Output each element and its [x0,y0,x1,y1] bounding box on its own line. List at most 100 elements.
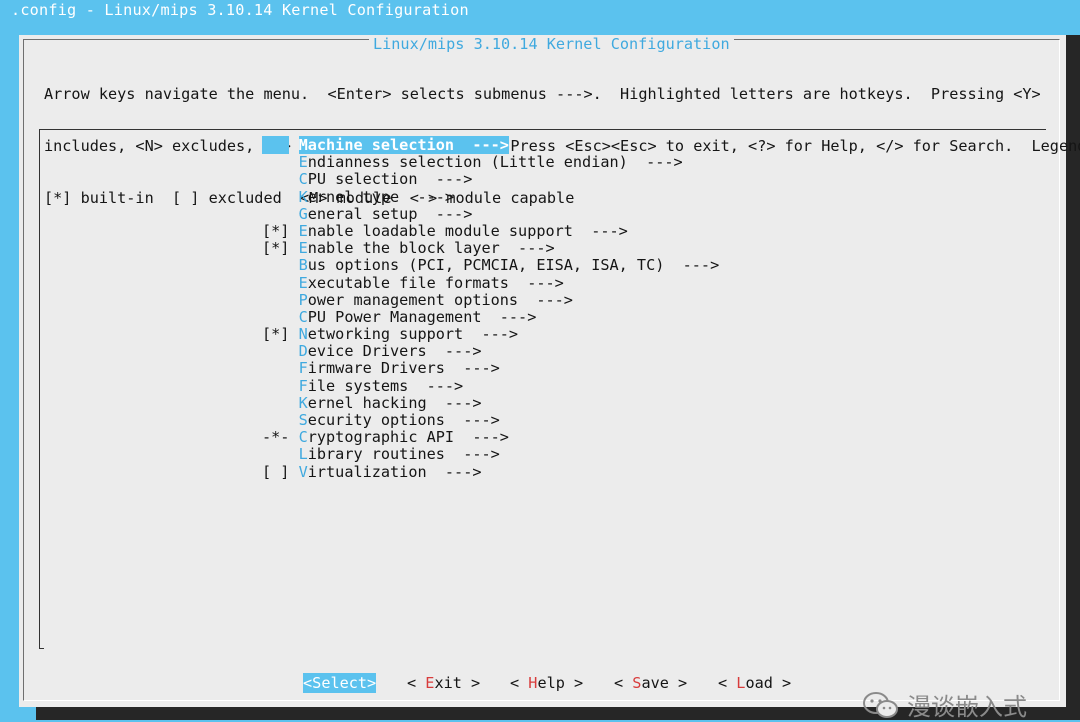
menu-item-hotkey: N [298,325,308,344]
menu-item-text: ecurity options ---> [307,411,500,429]
help-button[interactable]: < Help > [510,673,583,693]
menu-item-text: xecutable file formats ---> [307,273,564,292]
menu-item-text: PU selection ---> [307,170,473,189]
menu-item-hotkey: K [298,393,308,412]
menu-item-label: Kernel hacking ---> [299,394,482,412]
menu-item[interactable]: [*] Enable loadable module support ---> [262,221,719,240]
menu-item-label: General setup ---> [299,205,473,223]
menu-item-label: CPU Power Management ---> [299,308,537,326]
menu-item-state: [*] [262,325,290,344]
menu-item-hotkey: V [298,462,308,481]
dialog-title: Linux/mips 3.10.14 Kernel Configuration [369,35,734,53]
menu-item-state [262,153,289,171]
save-button[interactable]: < Save > [614,673,687,693]
menu-item-hotkey: C [298,307,308,326]
menu-item-label: Firmware Drivers ---> [299,359,500,377]
menu-item[interactable]: Security options ---> [262,411,719,429]
menu-item-hotkey: P [298,290,308,309]
menu-item[interactable]: Kernel hacking ---> [262,394,719,412]
menu-item-hotkey: S [298,411,308,429]
menu-item-text: us options (PCI, PCMCIA, EISA, ISA, TC) … [307,256,720,275]
menu-item-hotkey: D [298,342,308,361]
menu-item-label: Library routines ---> [299,445,500,463]
menu-item-state [262,136,290,154]
menu-item[interactable]: -*- Cryptographic API ---> [262,429,719,446]
button-bracket: > [668,674,688,692]
load-button[interactable]: < Load > [718,673,791,693]
window-title: .config - Linux/mips 3.10.14 Kernel Conf… [11,1,469,19]
button-label: elect [321,674,368,692]
menu-item-hotkey: E [298,221,308,240]
menu-item-state [262,256,289,274]
help-line: Arrow keys navigate the menu. <Enter> se… [44,85,1041,104]
menu-item[interactable]: Endianness selection (Little endian) ---… [262,154,719,171]
menu-item[interactable]: Kernel type ---> [262,188,719,206]
menu-item-state [262,394,289,412]
menu-item[interactable]: CPU selection ---> [262,171,719,188]
menu-item-label: Power management options ---> [299,291,573,309]
menu-item-text: ibrary routines ---> [307,445,500,464]
menu-item-text: PU Power Management ---> [307,307,537,326]
menu-item[interactable]: Library routines ---> [262,446,719,463]
menu-item-label: Enable the block layer ---> [299,239,555,257]
menu-item-label: Virtualization ---> [299,463,482,481]
button-bracket: > [772,674,792,692]
menu-item[interactable]: CPU Power Management ---> [262,308,719,326]
menu-item[interactable]: [ ] Virtualization ---> [262,462,719,481]
menu-item-state: [ ] [262,462,290,481]
menu-item-label: CPU selection ---> [299,170,473,188]
menu-item-state [262,308,289,326]
menu-item-state [262,377,289,395]
menu-item-text: evice Drivers ---> [307,342,482,361]
menu-item-label: Enable loadable module support ---> [299,222,628,240]
menu-box: Machine selection ---> Endianness select… [39,129,1046,649]
menu-item-text: ndianness selection (Little endian) ---> [307,153,683,172]
menu-item-hotkey: B [298,256,308,275]
menu-item-label: File systems ---> [299,377,464,395]
menu-item-state [262,274,289,292]
menu-item-state [262,188,289,206]
menu-item[interactable]: Executable file formats ---> [262,274,719,292]
menu-item-text: nable loadable module support ---> [307,221,628,240]
config-dialog: Linux/mips 3.10.14 Kernel Configuration … [19,35,1080,721]
menu-item-label: Executable file formats ---> [299,274,564,292]
button-bracket: < [718,674,737,692]
menu-item[interactable]: [*] Networking support ---> [262,325,719,344]
menu-item-hotkey: C [298,170,308,189]
menu-item-hotkey: L [298,445,308,464]
menu-item[interactable]: Power management options ---> [262,291,719,309]
menu-item-hotkey: E [298,273,308,292]
menu-item-hotkey: M [298,136,308,154]
button-label: oad [745,674,773,692]
menu-item[interactable]: Bus options (PCI, PCMCIA, EISA, ISA, TC)… [262,256,720,275]
select-button[interactable]: <Select> [303,673,377,693]
menu-item-label: Kernel type ---> [299,188,454,206]
menu-item-state: [*] [262,221,290,240]
menu-item-hotkey: E [298,239,308,258]
button-bracket: < [303,674,313,692]
menu-item[interactable]: Device Drivers ---> [262,343,719,360]
menu-item[interactable]: General setup ---> [262,205,719,223]
menu-item[interactable]: [*] Enable the block layer ---> [262,240,719,257]
menu-item-label: Machine selection ---> [298,136,509,154]
menu-item-text: irtualization ---> [307,462,482,481]
menu-item-label: Networking support ---> [299,325,518,343]
menu-list: Machine selection ---> Endianness select… [262,136,720,481]
exit-button[interactable]: < Exit > [407,673,480,693]
menu-border-top [39,129,1046,130]
menu-item-text: eneral setup ---> [307,204,473,223]
button-bracket: > [564,674,584,692]
menu-item-label: Cryptographic API ---> [299,428,509,446]
menu-item[interactable]: Machine selection ---> [262,136,719,154]
button-label: elp [537,674,565,692]
menu-item-text: ile systems ---> [307,376,464,395]
menu-item-state [262,170,289,188]
menu-item-text: etworking support ---> [307,325,519,344]
button-bracket: < [407,674,426,692]
button-hotkey: S [312,674,322,692]
menu-item-hotkey: K [298,187,308,206]
menu-item[interactable]: Firmware Drivers ---> [262,360,719,377]
button-bracket: < [510,674,529,692]
menu-item[interactable]: File systems ---> [262,377,719,395]
menu-item-state: [*] [262,239,290,258]
